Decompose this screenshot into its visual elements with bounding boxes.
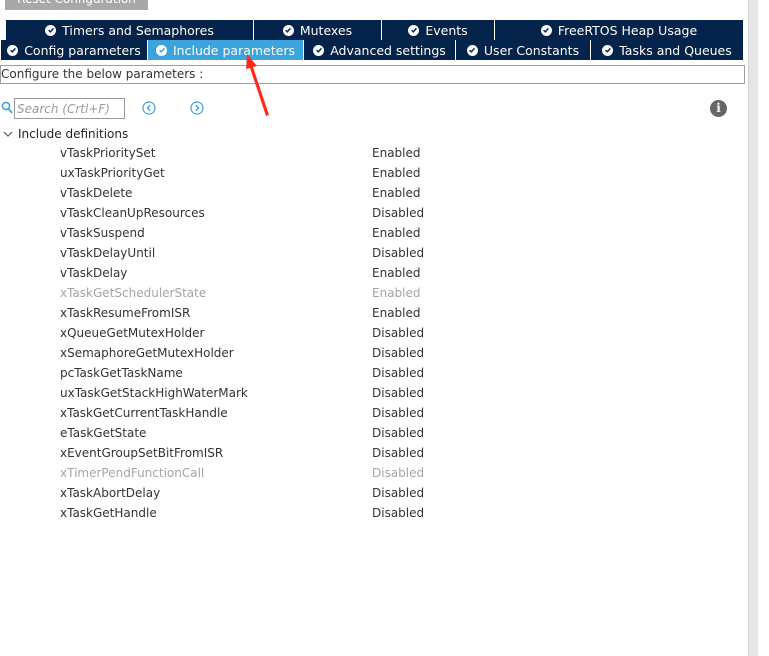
parameter-value[interactable]: Enabled [372, 286, 421, 300]
table-row[interactable]: vTaskDelay Enabled [0, 264, 740, 284]
parameter-value[interactable]: Enabled [372, 266, 421, 280]
parameter-name: uxTaskGetStackHighWaterMark [60, 386, 248, 400]
parameter-name: vTaskDelete [60, 186, 133, 200]
parameter-value[interactable]: Disabled [372, 466, 424, 480]
tab-label: FreeRTOS Heap Usage [557, 22, 698, 38]
tab-tasks-and-queues[interactable]: Tasks and Queues [590, 40, 743, 60]
parameter-value[interactable]: Disabled [372, 206, 424, 220]
table-row[interactable]: pcTaskGetTaskName Disabled [0, 364, 740, 384]
check-circle-icon [540, 24, 552, 36]
next-result-icon[interactable] [190, 101, 204, 115]
include-definitions-group[interactable]: Include definitions [0, 125, 128, 143]
parameter-name: uxTaskPriorityGet [60, 166, 165, 180]
parameter-value[interactable]: Disabled [372, 386, 424, 400]
tab-label: Include parameters [173, 42, 295, 58]
table-row[interactable]: xTaskAbortDelay Disabled [0, 484, 740, 504]
tab-label: Config parameters [24, 42, 141, 58]
tab-bar-row1: Timers and Semaphores Mutexes Events Fre… [5, 20, 743, 40]
parameter-name: vTaskCleanUpResources [60, 206, 205, 220]
parameter-value[interactable]: Disabled [372, 486, 424, 500]
parameter-value[interactable]: Enabled [372, 186, 421, 200]
parameter-name: vTaskDelay [60, 266, 128, 280]
previous-result-icon[interactable] [142, 101, 156, 115]
reset-configuration-button[interactable]: Reset Configuration [5, 0, 148, 10]
table-row[interactable]: xTaskGetSchedulerState Enabled [0, 284, 740, 304]
table-row[interactable]: vTaskSuspend Enabled [0, 224, 740, 244]
table-row[interactable]: vTaskDelayUntil Disabled [0, 244, 740, 264]
tab-include-parameters[interactable]: Include parameters [147, 40, 303, 60]
parameter-value[interactable]: Disabled [372, 406, 424, 420]
parameter-value[interactable]: Disabled [372, 246, 424, 260]
table-row[interactable]: uxTaskGetStackHighWaterMark Disabled [0, 384, 740, 404]
parameter-name: xSemaphoreGetMutexHolder [60, 346, 234, 360]
configure-parameters-label: Configure the below parameters : [0, 65, 745, 84]
tab-advanced-settings[interactable]: Advanced settings [303, 40, 455, 60]
group-label: Include definitions [18, 127, 129, 141]
tab-freertos-heap-usage[interactable]: FreeRTOS Heap Usage [494, 20, 743, 40]
parameter-name: vTaskDelayUntil [60, 246, 156, 260]
parameter-name: xTaskAbortDelay [60, 486, 161, 500]
check-circle-icon [7, 44, 19, 56]
check-circle-icon [282, 24, 294, 36]
parameter-name: vTaskPrioritySet [60, 146, 156, 160]
parameter-name: xTaskGetSchedulerState [60, 286, 207, 300]
search-input[interactable] [14, 98, 125, 119]
parameter-value[interactable]: Disabled [372, 366, 424, 380]
tab-label: Timers and Semaphores [62, 22, 214, 38]
chevron-down-icon[interactable] [2, 128, 14, 140]
table-row[interactable]: vTaskDelete Enabled [0, 184, 740, 204]
table-row[interactable]: xQueueGetMutexHolder Disabled [0, 324, 740, 344]
tab-config-parameters[interactable]: Config parameters [0, 40, 147, 60]
table-row[interactable]: vTaskCleanUpResources Disabled [0, 204, 740, 224]
parameter-value[interactable]: Disabled [372, 426, 424, 440]
parameter-name: xTimerPendFunctionCall [60, 466, 205, 480]
vertical-scrollbar[interactable] [748, 0, 758, 656]
tab-label: User Constants [483, 42, 580, 58]
search-icon[interactable] [1, 101, 13, 115]
parameter-name: eTaskGetState [60, 426, 147, 440]
parameter-value[interactable]: Enabled [372, 146, 421, 160]
parameter-name: xEventGroupSetBitFromISR [60, 446, 224, 460]
table-row[interactable]: xTaskGetHandle Disabled [0, 504, 740, 524]
search-toolbar: i [0, 98, 740, 120]
info-icon[interactable]: i [710, 100, 727, 117]
tab-mutexes[interactable]: Mutexes [253, 20, 381, 40]
check-circle-icon [156, 44, 167, 56]
parameter-value[interactable]: Enabled [372, 226, 421, 240]
parameter-value[interactable]: Disabled [372, 506, 424, 520]
tab-label: Advanced settings [330, 42, 446, 58]
table-row[interactable]: xTimerPendFunctionCall Disabled [0, 464, 740, 484]
table-row[interactable]: xTaskGetCurrentTaskHandle Disabled [0, 404, 740, 424]
table-row[interactable]: xEventGroupSetBitFromISR Disabled [0, 444, 740, 464]
parameter-value[interactable]: Enabled [372, 166, 421, 180]
table-row[interactable]: uxTaskPriorityGet Enabled [0, 164, 740, 184]
tab-user-constants[interactable]: User Constants [455, 40, 590, 60]
parameter-value[interactable]: Enabled [372, 306, 421, 320]
tab-label: Events [425, 22, 468, 38]
parameter-list: vTaskPrioritySet Enabled uxTaskPriorityGet… [0, 144, 740, 524]
table-row[interactable]: xTaskResumeFromISR Enabled [0, 304, 740, 324]
parameter-value[interactable]: Disabled [372, 326, 424, 340]
parameter-value[interactable]: Disabled [372, 446, 424, 460]
tab-events[interactable]: Events [381, 20, 494, 40]
table-row[interactable]: xSemaphoreGetMutexHolder Disabled [0, 344, 740, 364]
check-circle-icon [313, 44, 325, 56]
parameter-name: xTaskResumeFromISR [60, 306, 191, 320]
table-row[interactable]: vTaskPrioritySet Enabled [0, 144, 740, 164]
tab-timers-and-semaphores[interactable]: Timers and Semaphores [5, 20, 253, 40]
check-circle-icon [602, 44, 614, 56]
parameter-name: xTaskGetHandle [60, 506, 157, 520]
tab-bar-row2: Config parameters Include parameters Adv… [0, 40, 743, 60]
check-circle-icon [408, 24, 420, 36]
table-row[interactable]: eTaskGetState Disabled [0, 424, 740, 444]
parameter-name: xQueueGetMutexHolder [60, 326, 205, 340]
check-circle-icon [466, 44, 478, 56]
check-circle-icon [45, 24, 57, 36]
tab-label: Mutexes [299, 22, 353, 38]
parameter-value[interactable]: Disabled [372, 346, 424, 360]
parameter-name: vTaskSuspend [60, 226, 145, 240]
parameter-name: xTaskGetCurrentTaskHandle [60, 406, 228, 420]
tab-label: Tasks and Queues [619, 42, 732, 58]
parameter-name: pcTaskGetTaskName [60, 366, 183, 380]
